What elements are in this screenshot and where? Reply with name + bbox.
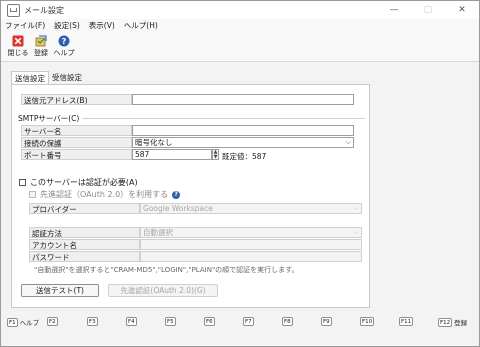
provider-value: Google Workspace <box>143 204 213 213</box>
fkey-f3[interactable]: F3 <box>87 317 98 326</box>
from-address-input[interactable] <box>132 94 354 105</box>
fkey-f5[interactable]: F5 <box>165 317 176 326</box>
fkey-f12[interactable]: F12 登録 <box>438 317 467 327</box>
port-default-text: 既定値：587 <box>222 152 267 161</box>
password-input[interactable] <box>140 251 362 262</box>
server-name-input[interactable] <box>132 125 354 136</box>
fkey-f11[interactable]: F11 <box>399 317 414 326</box>
fkey-f9[interactable]: F9 <box>321 317 332 326</box>
fkey-cap: F3 <box>87 317 98 326</box>
provider-label: プロバイダー <box>29 203 140 214</box>
fkey-f10[interactable]: F10 <box>360 317 375 326</box>
oauth-checkbox[interactable] <box>29 191 36 198</box>
fkey-cap: F5 <box>165 317 176 326</box>
fkey-cap: F1 <box>7 317 18 327</box>
minimize-button[interactable]: — <box>377 1 411 19</box>
fkey-f6[interactable]: F6 <box>204 317 215 326</box>
auth-required-checkbox[interactable] <box>19 179 26 186</box>
help-tool-label: ヘルプ <box>53 49 75 57</box>
fkey-cap: F6 <box>204 317 215 326</box>
tab-strip: 送信設定 受信設定 <box>11 71 85 85</box>
auth-method-label: 認証方法 <box>29 227 140 238</box>
close-icon <box>12 35 24 47</box>
fkey-f8[interactable]: F8 <box>282 317 293 326</box>
from-address-label: 送信元アドレス(B) <box>21 94 132 105</box>
chevron-down-icon: ⌵ <box>353 228 359 236</box>
oauth-auth-button[interactable]: 先進認証(OAuth 2.0)(G) <box>108 284 218 297</box>
send-settings-panel: 送信元アドレス(B) SMTPサーバー(C) サーバー名 接続の保護 暗号化なし… <box>11 84 370 308</box>
close-tool-button[interactable]: 閉じる <box>7 35 29 58</box>
tab-send-settings[interactable]: 送信設定 <box>11 71 49 85</box>
help-icon[interactable]: ? <box>172 190 181 199</box>
fkey-cap: F12 <box>438 317 453 327</box>
auth-required-row: このサーバーは認証が必要(A) <box>19 177 138 188</box>
fkey-f1[interactable]: F1 ヘルプ <box>7 317 39 327</box>
auth-required-label: このサーバーは認証が必要(A) <box>30 178 138 187</box>
fkey-cap: F7 <box>243 317 254 326</box>
send-test-button[interactable]: 送信テスト(T) <box>21 284 99 297</box>
oauth-row: 先進認証（OAuth 2.0）を利用する ? <box>29 189 181 200</box>
fkey-label: 登録 <box>454 319 468 327</box>
tab-receive-settings[interactable]: 受信設定 <box>49 71 85 84</box>
connection-security-label: 接続の保護 <box>21 137 132 148</box>
port-spinner-icon[interactable]: ▲ ▼ <box>212 149 219 160</box>
auth-method-value: 自動選択 <box>143 228 173 237</box>
menu-view[interactable]: 表示(V) <box>89 20 115 31</box>
provider-select[interactable]: Google Workspace ⌵ <box>140 203 362 214</box>
function-key-bar: F1 ヘルプ F2 F3 F4 F5 F6 F7 F8 F9 F10 F11 F1… <box>1 317 479 331</box>
menu-settings[interactable]: 設定(S) <box>54 20 80 31</box>
register-tool-button[interactable]: 登録 <box>31 35 51 58</box>
help-tool-button[interactable]: ? ヘルプ <box>53 35 75 58</box>
toolbar: 閉じる 登録 ? ヘルプ <box>1 32 479 62</box>
app-icon <box>7 3 20 17</box>
smtp-section-divider <box>82 118 365 119</box>
server-name-label: サーバー名 <box>21 125 132 136</box>
svg-text:?: ? <box>62 37 67 46</box>
connection-security-select[interactable]: 暗号化なし ⌵ <box>132 137 354 148</box>
auth-method-select[interactable]: 自動選択 ⌵ <box>140 227 362 238</box>
menu-help[interactable]: ヘルプ(H) <box>124 20 158 31</box>
auth-method-note: "自動選択"を選択すると"CRAM-MD5","LOGIN","PLAIN"の順… <box>34 266 299 274</box>
connection-security-value: 暗号化なし <box>135 138 173 147</box>
oauth-label: 先進認証（OAuth 2.0）を利用する <box>40 190 169 199</box>
password-label: パスワード <box>29 251 140 262</box>
fkey-cap: F2 <box>47 317 58 326</box>
menu-file[interactable]: ファイル(F) <box>5 20 45 31</box>
window-title: メール設定 <box>24 5 64 15</box>
register-icon <box>35 35 47 47</box>
account-name-label: アカウント名 <box>29 239 140 250</box>
register-tool-label: 登録 <box>34 49 48 57</box>
fkey-cap: F4 <box>126 317 137 326</box>
help-icon: ? <box>58 35 70 47</box>
fkey-cap: F8 <box>282 317 293 326</box>
chevron-down-icon: ⌵ <box>353 204 359 212</box>
account-name-input[interactable] <box>140 239 362 250</box>
port-number-input[interactable]: 587 <box>132 149 212 160</box>
fkey-cap: F10 <box>360 317 375 326</box>
maximize-button[interactable]: ▢ <box>411 1 445 19</box>
title-bar: メール設定 — ▢ ✕ <box>1 1 479 19</box>
fkey-f2[interactable]: F2 <box>47 317 58 326</box>
fkey-f4[interactable]: F4 <box>126 317 137 326</box>
smtp-section-title: SMTPサーバー(C) <box>18 114 80 123</box>
close-window-button[interactable]: ✕ <box>445 1 479 19</box>
fkey-label: ヘルプ <box>19 319 40 327</box>
close-tool-label: 閉じる <box>7 49 29 57</box>
fkey-cap: F11 <box>399 317 414 326</box>
mail-settings-window: メール設定 — ▢ ✕ ファイル(F) 設定(S) 表示(V) ヘルプ(H) 閉… <box>0 0 480 347</box>
menu-bar: ファイル(F) 設定(S) 表示(V) ヘルプ(H) <box>1 19 479 32</box>
port-number-label: ポート番号 <box>21 149 132 160</box>
fkey-cap: F9 <box>321 317 332 326</box>
chevron-down-icon: ⌵ <box>345 138 351 146</box>
fkey-f7[interactable]: F7 <box>243 317 254 326</box>
